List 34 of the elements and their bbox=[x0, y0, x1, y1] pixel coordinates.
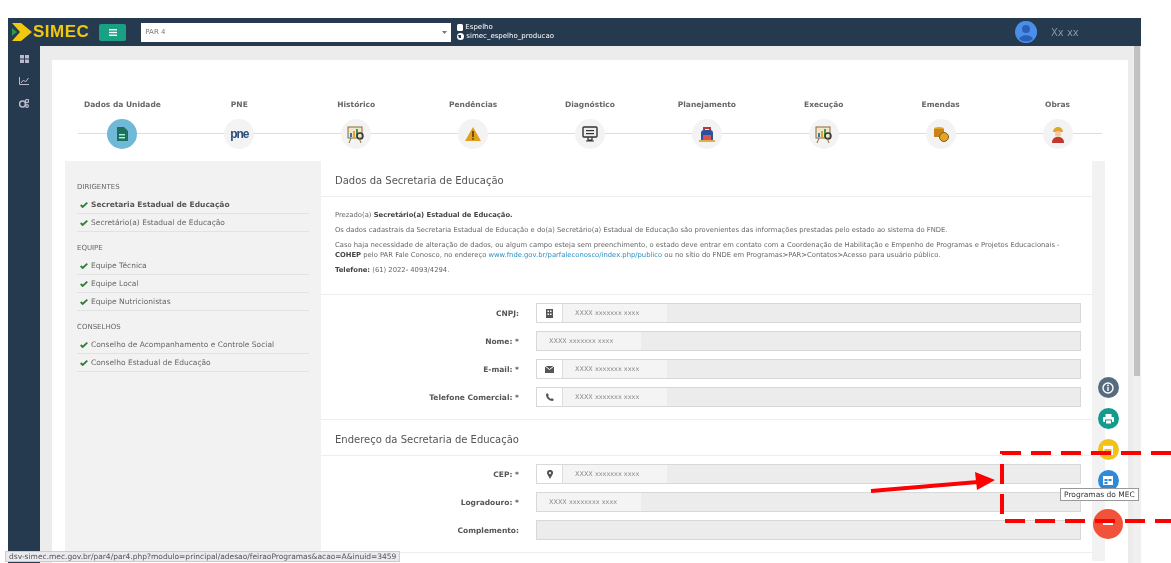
grid-icon bbox=[1103, 476, 1113, 485]
dropdown-caret-icon bbox=[442, 30, 448, 34]
menu-button[interactable] bbox=[99, 23, 127, 41]
globe-icon bbox=[457, 33, 465, 40]
calendar-icon bbox=[1103, 444, 1113, 455]
map-pin-icon bbox=[546, 469, 553, 479]
building-icon bbox=[546, 308, 553, 318]
arrow-logo-icon bbox=[12, 23, 32, 41]
menu-icon bbox=[108, 28, 117, 36]
monitor-icon bbox=[582, 126, 598, 142]
chart-icon[interactable] bbox=[19, 77, 29, 85]
coins-icon bbox=[932, 126, 949, 142]
database-icon bbox=[457, 24, 464, 31]
minus-icon bbox=[1103, 523, 1113, 525]
envelope-icon bbox=[545, 365, 554, 373]
pne-logo: pne bbox=[230, 127, 249, 141]
phone-icon bbox=[545, 393, 554, 401]
printer-icon bbox=[1102, 413, 1114, 424]
presentation-board-icon bbox=[347, 125, 366, 143]
user-name[interactable]: Xx xx bbox=[1051, 26, 1141, 38]
section-title: Endereço da Secretaria de Educação bbox=[321, 420, 1092, 456]
section-title: Dados da Secretaria de Educação bbox=[321, 161, 1092, 197]
scrollbar[interactable] bbox=[1133, 46, 1141, 563]
user-avatar-icon[interactable] bbox=[1015, 21, 1037, 43]
worker-icon bbox=[1049, 125, 1066, 143]
document-icon bbox=[116, 127, 129, 141]
backpack-icon bbox=[698, 125, 715, 143]
logo-text: SIMEC bbox=[33, 22, 90, 42]
warning-icon bbox=[465, 127, 482, 141]
dashboard-icon[interactable] bbox=[19, 55, 29, 63]
presentation-board-icon bbox=[814, 125, 833, 143]
gears-icon[interactable] bbox=[19, 99, 29, 108]
input-field[interactable] bbox=[536, 520, 1081, 540]
info-icon bbox=[1102, 381, 1114, 394]
